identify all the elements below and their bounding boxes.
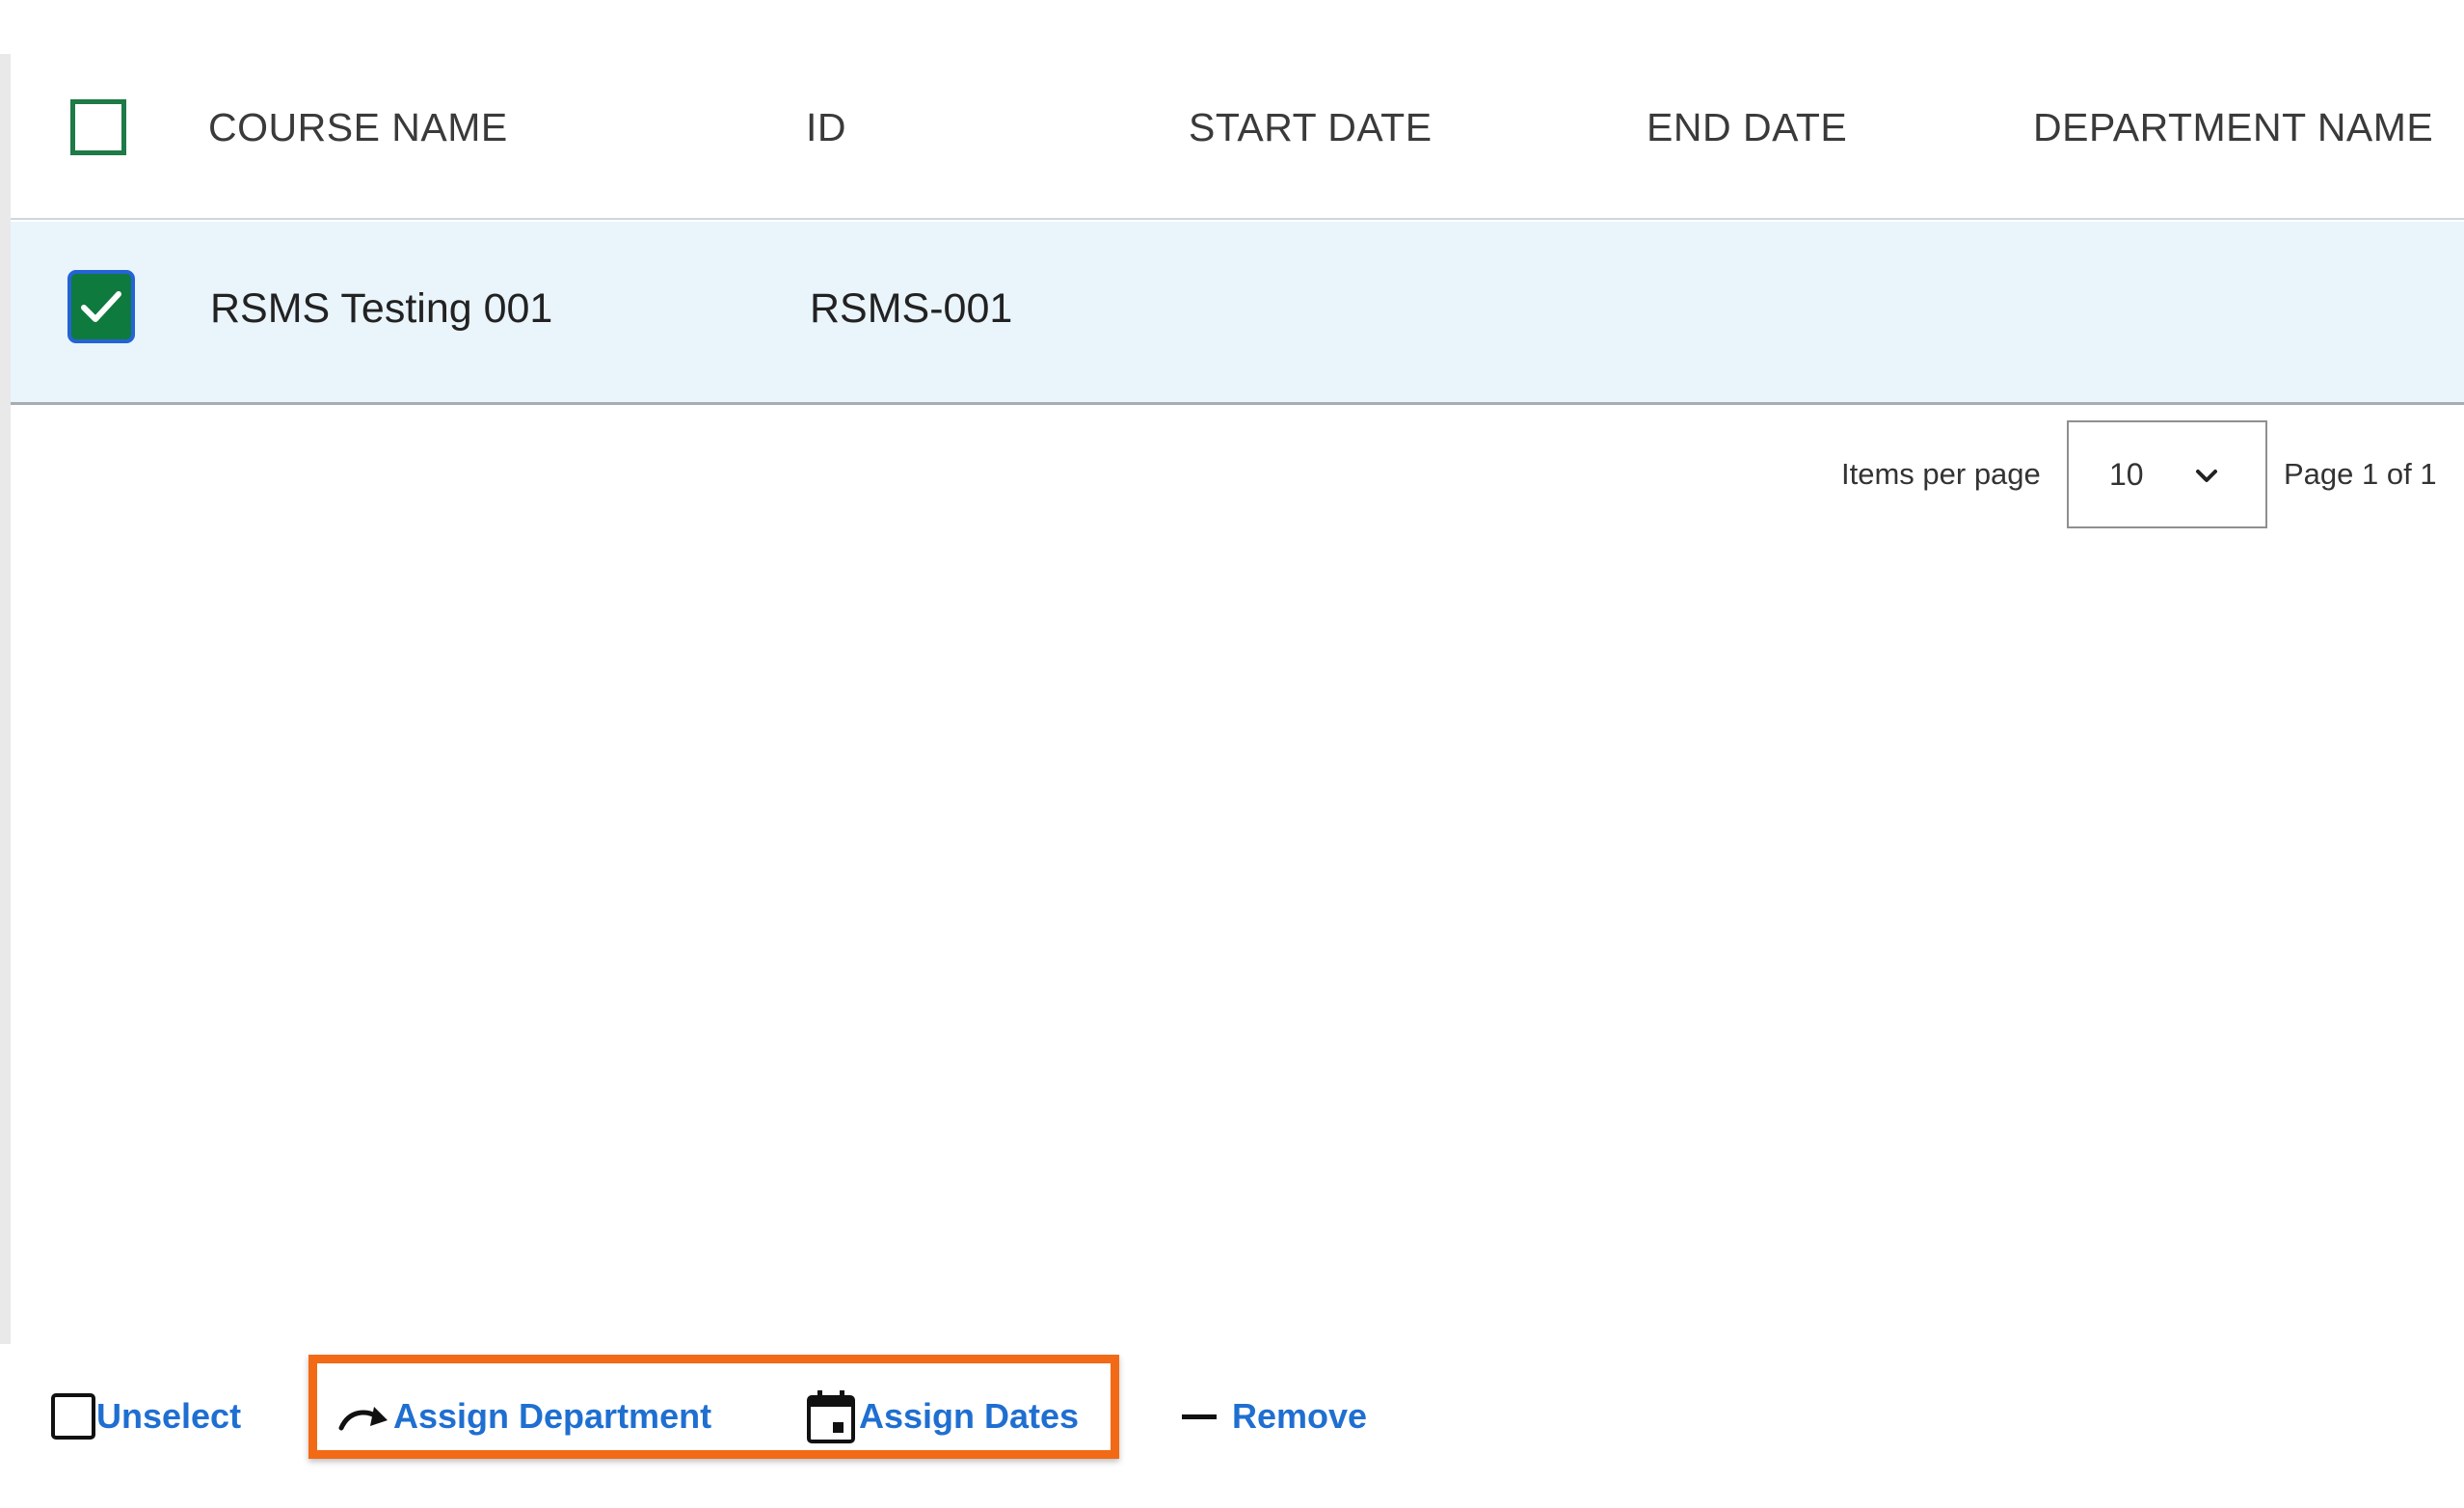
assign-department-button[interactable]: Assign Department — [337, 1383, 711, 1450]
minus-icon — [1182, 1414, 1217, 1419]
redo-arrow-icon — [338, 1407, 388, 1431]
row-checkbox[interactable] — [67, 270, 135, 343]
column-header-id[interactable]: ID — [806, 105, 846, 150]
assign-dates-label: Assign Dates — [859, 1396, 1080, 1436]
pagination: Items per page 10 Page 1 of 1 — [1832, 420, 2449, 528]
items-per-page-value: 10 — [2109, 457, 2144, 492]
assign-department-label: Assign Department — [393, 1396, 712, 1436]
unselect-label: Unselect — [96, 1396, 242, 1436]
chevron-down-icon — [2196, 470, 2217, 482]
page-status: Page 1 of 1 — [2284, 457, 2437, 491]
column-header-department-name[interactable]: DEPARTMENT NAME — [2033, 105, 2433, 150]
checkbox-empty-icon — [51, 1393, 95, 1440]
calendar-icon — [807, 1390, 855, 1443]
items-per-page-label: Items per page — [1841, 457, 2041, 491]
items-per-page-select[interactable]: 10 — [2067, 420, 2267, 528]
column-header-end-date[interactable]: END DATE — [1647, 105, 1847, 150]
table-header: COURSE NAME ID START DATE END DATE DEPAR… — [11, 54, 2464, 220]
checkmark-icon — [81, 291, 121, 322]
assign-dates-button[interactable]: Assign Dates — [805, 1383, 1079, 1450]
bulk-action-bar: Unselect Assign Department Assign Dates … — [0, 1344, 2464, 1508]
column-header-course-name[interactable]: COURSE NAME — [208, 105, 508, 150]
cell-course-name: RSMS Testing 001 — [210, 285, 553, 332]
table-row[interactable]: RSMS Testing 001 RSMS-001 — [11, 222, 2464, 405]
select-all-checkbox[interactable] — [70, 99, 126, 155]
column-header-start-date[interactable]: START DATE — [1189, 105, 1433, 150]
cell-id: RSMS-001 — [810, 285, 1013, 332]
left-rail — [0, 54, 11, 1344]
unselect-button[interactable]: Unselect — [50, 1383, 241, 1450]
remove-button[interactable]: Remove — [1178, 1383, 1367, 1450]
remove-label: Remove — [1232, 1396, 1368, 1436]
